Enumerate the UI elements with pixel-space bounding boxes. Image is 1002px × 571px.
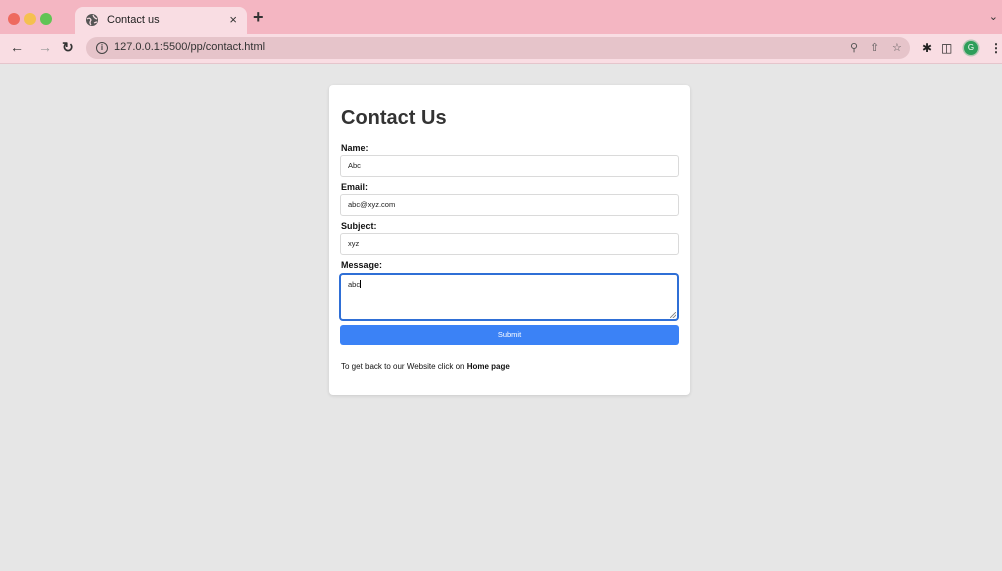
subject-value: xyz	[348, 239, 360, 248]
info-icon[interactable]: i	[96, 42, 108, 54]
home-page-link[interactable]: Home page	[467, 362, 510, 371]
reload-icon[interactable]: ↻	[62, 39, 74, 56]
profile-avatar[interactable]: G	[964, 41, 978, 55]
message-label: Message:	[341, 260, 383, 270]
email-value: abc@xyz.com	[348, 200, 396, 209]
side-panel-icon[interactable]: ◫	[941, 41, 952, 55]
subject-field[interactable]: xyz	[340, 233, 679, 255]
name-value: Abc	[348, 161, 361, 170]
minimize-window-button[interactable]	[24, 13, 36, 25]
submit-button[interactable]: Submit	[340, 325, 679, 345]
browser-toolbar: ← → ↻ i 127.0.0.1:5500/pp/contact.html ⚲…	[0, 34, 1002, 64]
subject-label: Subject:	[341, 221, 377, 231]
close-window-button[interactable]	[8, 13, 20, 25]
address-bar[interactable]: i 127.0.0.1:5500/pp/contact.html ⚲ ⇧ ☆	[86, 37, 910, 59]
email-label: Email:	[341, 182, 369, 192]
tab-list-chevron-icon[interactable]: ⌄	[989, 10, 998, 23]
text-caret	[360, 280, 362, 288]
new-tab-button[interactable]: +	[253, 7, 264, 28]
contact-form-card: Contact Us Name: Abc Email: abc@xyz.com …	[329, 85, 690, 395]
tab-title: Contact us	[107, 14, 160, 26]
kebab-menu-icon[interactable]: ⋮	[990, 41, 1002, 55]
footer-text: To get back to our Website click on Home…	[341, 362, 510, 371]
globe-icon	[86, 14, 98, 26]
zoom-icon[interactable]: ⚲	[850, 41, 858, 54]
share-icon[interactable]: ⇧	[870, 41, 879, 54]
message-textarea[interactable]: abc	[340, 274, 678, 320]
message-value: abc	[348, 280, 362, 289]
bookmark-star-icon[interactable]: ☆	[892, 41, 902, 54]
url-text[interactable]: 127.0.0.1:5500/pp/contact.html	[114, 41, 265, 53]
page-title: Contact Us	[341, 107, 447, 129]
tab-contact-us[interactable]: Contact us ×	[75, 7, 247, 34]
tab-close-icon[interactable]: ×	[229, 12, 237, 27]
resize-handle-icon[interactable]	[670, 312, 676, 318]
forward-icon[interactable]: →	[38, 39, 52, 55]
extensions-icon[interactable]: ✱	[922, 41, 932, 55]
back-icon[interactable]: ←	[10, 39, 24, 55]
email-field[interactable]: abc@xyz.com	[340, 194, 679, 216]
maximize-window-button[interactable]	[40, 13, 52, 25]
name-label: Name:	[341, 143, 369, 153]
tab-strip: Contact us × + ⌄	[0, 0, 1002, 34]
name-field[interactable]: Abc	[340, 155, 679, 177]
